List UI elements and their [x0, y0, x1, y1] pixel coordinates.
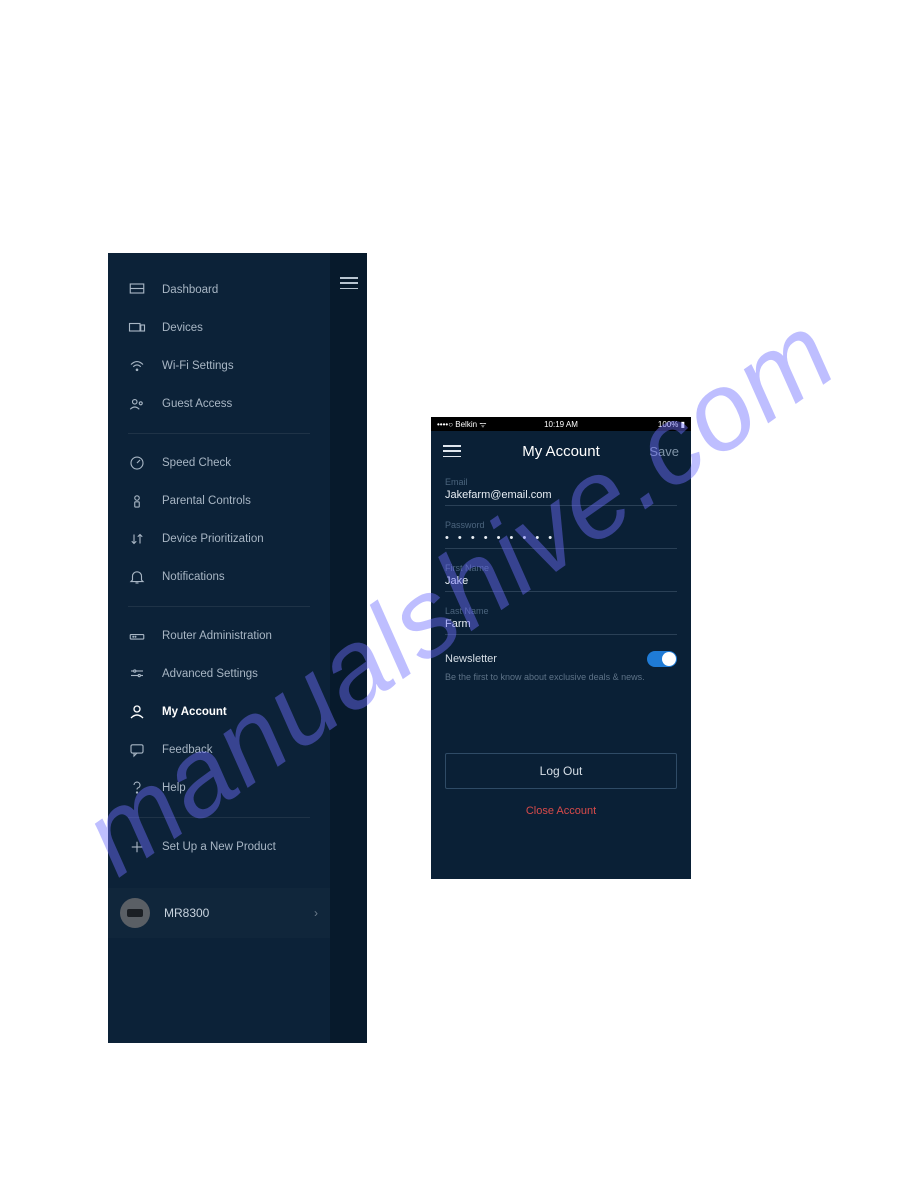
- hamburger-icon[interactable]: [340, 277, 358, 289]
- sidebar-item-notifications[interactable]: Notifications: [108, 558, 330, 596]
- router-glyph-icon: [127, 909, 143, 917]
- password-label: Password: [445, 520, 677, 530]
- speed-icon: [128, 454, 146, 472]
- sidebar-item-label: Set Up a New Product: [162, 841, 276, 853]
- email-field[interactable]: Email Jakefarm@email.com: [445, 477, 677, 506]
- chat-icon: [128, 741, 146, 759]
- sidebar-item-label: Devices: [162, 322, 203, 334]
- content-peek: [330, 253, 367, 1043]
- sidebar-item-label: Dashboard: [162, 284, 218, 296]
- sidebar-item-label: Feedback: [162, 744, 213, 756]
- device-label: MR8300: [164, 906, 314, 920]
- sidebar-item-feedback[interactable]: Feedback: [108, 731, 330, 769]
- sidebar-item-label: Router Administration: [162, 630, 272, 642]
- last-name-field[interactable]: Last Name Farm: [445, 606, 677, 635]
- phone-my-account: ••••○ Belkin ᯤ 10:19 AM 100% ▮ My Accoun…: [431, 417, 691, 879]
- sidebar-item-label: My Account: [162, 706, 227, 718]
- newsletter-description: Be the first to know about exclusive dea…: [431, 667, 691, 683]
- nav-bar: My Account Save: [431, 431, 691, 471]
- menu-separator: [128, 433, 310, 434]
- bell-icon: [128, 568, 146, 586]
- first-name-label: First Name: [445, 563, 677, 573]
- chevron-right-icon: ›: [314, 906, 318, 920]
- person-icon: [128, 703, 146, 721]
- wifi-icon: [128, 357, 146, 375]
- menu-separator: [128, 817, 310, 818]
- logout-button[interactable]: Log Out: [445, 753, 677, 789]
- newsletter-label: Newsletter: [445, 653, 497, 665]
- close-account-link[interactable]: Close Account: [431, 805, 691, 817]
- account-form: Email Jakefarm@email.com Password • • • …: [431, 471, 691, 635]
- sidebar-item-devices[interactable]: Devices: [108, 309, 330, 347]
- sidebar-item-my-account[interactable]: My Account: [108, 693, 330, 731]
- sidebar: Dashboard Devices Wi-Fi Settings: [108, 253, 330, 1043]
- sidebar-item-label: Device Prioritization: [162, 533, 264, 545]
- hamburger-icon[interactable]: [443, 445, 461, 457]
- status-carrier: ••••○ Belkin ᯤ: [437, 419, 487, 430]
- first-name-value: Jake: [445, 575, 677, 592]
- password-field[interactable]: Password • • • • • • • • •: [445, 520, 677, 549]
- sidebar-item-setup-new[interactable]: Set Up a New Product: [108, 828, 330, 866]
- help-icon: [128, 779, 146, 797]
- password-value: • • • • • • • • •: [445, 532, 677, 549]
- sidebar-item-label: Speed Check: [162, 457, 231, 469]
- sidebar-item-guest[interactable]: Guest Access: [108, 385, 330, 423]
- last-name-label: Last Name: [445, 606, 677, 616]
- sidebar-item-label: Parental Controls: [162, 495, 251, 507]
- sliders-icon: [128, 665, 146, 683]
- sidebar-item-help[interactable]: Help: [108, 769, 330, 807]
- last-name-value: Farm: [445, 618, 677, 635]
- status-battery: 100% ▮: [658, 420, 685, 429]
- email-value: Jakefarm@email.com: [445, 489, 677, 506]
- newsletter-toggle[interactable]: [647, 651, 677, 667]
- sidebar-item-dashboard[interactable]: Dashboard: [108, 271, 330, 309]
- status-time: 10:19 AM: [544, 420, 578, 429]
- sidebar-item-label: Advanced Settings: [162, 668, 258, 680]
- phone-sidebar: Dashboard Devices Wi-Fi Settings: [108, 253, 367, 1043]
- sidebar-item-label: Guest Access: [162, 398, 232, 410]
- sidebar-item-wifi[interactable]: Wi-Fi Settings: [108, 347, 330, 385]
- page-title: My Account: [522, 443, 600, 460]
- device-avatar: [120, 898, 150, 928]
- sidebar-item-label: Notifications: [162, 571, 225, 583]
- devices-icon: [128, 319, 146, 337]
- sidebar-item-advanced[interactable]: Advanced Settings: [108, 655, 330, 693]
- sidebar-item-router-admin[interactable]: Router Administration: [108, 617, 330, 655]
- parental-icon: [128, 492, 146, 510]
- sidebar-item-priority[interactable]: Device Prioritization: [108, 520, 330, 558]
- router-icon: [128, 627, 146, 645]
- plus-icon: [128, 838, 146, 856]
- sidebar-item-label: Help: [162, 782, 186, 794]
- sidebar-item-label: Wi-Fi Settings: [162, 360, 234, 372]
- dashboard-icon: [128, 281, 146, 299]
- menu-separator: [128, 606, 310, 607]
- status-bar: ••••○ Belkin ᯤ 10:19 AM 100% ▮: [431, 417, 691, 431]
- sidebar-device-row[interactable]: MR8300 ›: [108, 888, 330, 938]
- email-label: Email: [445, 477, 677, 487]
- newsletter-row: Newsletter: [431, 651, 691, 667]
- sidebar-item-parental[interactable]: Parental Controls: [108, 482, 330, 520]
- save-button[interactable]: Save: [649, 444, 679, 459]
- sidebar-item-speed[interactable]: Speed Check: [108, 444, 330, 482]
- first-name-field[interactable]: First Name Jake: [445, 563, 677, 592]
- guest-icon: [128, 395, 146, 413]
- sidebar-menu: Dashboard Devices Wi-Fi Settings: [108, 253, 330, 938]
- priority-icon: [128, 530, 146, 548]
